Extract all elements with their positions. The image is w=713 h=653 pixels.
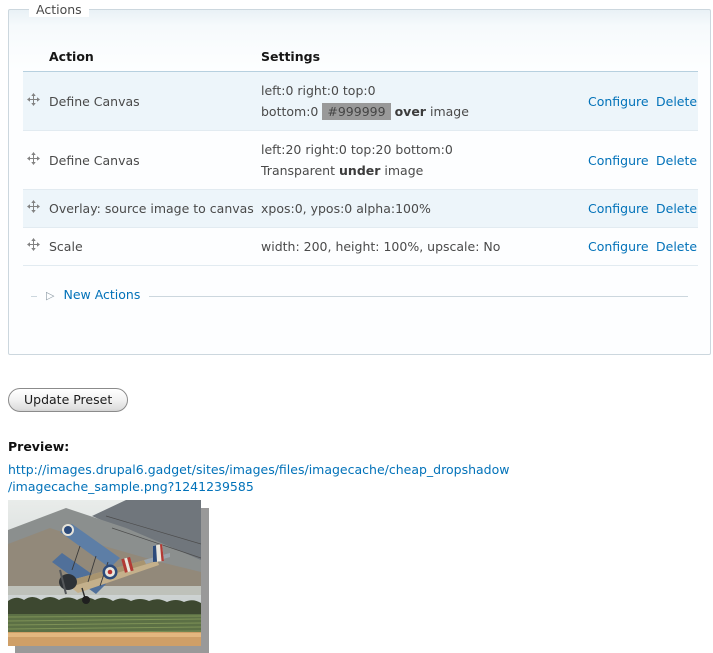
actions-fieldset-legend: Actions xyxy=(29,2,89,17)
new-actions-toggle[interactable]: ▷ New Actions xyxy=(37,287,149,302)
action-name: Define Canvas xyxy=(49,72,261,131)
configure-link[interactable]: Configure xyxy=(588,94,649,109)
action-settings: width: 200, height: 100%, upscale: No xyxy=(261,228,588,266)
configure-link[interactable]: Configure xyxy=(588,201,649,216)
table-row: Define Canvas left:20 right:0 top:20 bot… xyxy=(23,131,698,190)
configure-link[interactable]: Configure xyxy=(588,153,649,168)
action-settings: xpos:0, ypos:0 alpha:100% xyxy=(261,190,588,228)
drag-column-header xyxy=(23,44,49,72)
move-icon[interactable] xyxy=(27,236,40,249)
action-column-header: Action xyxy=(49,44,261,72)
actions-table: Action Settings Define Canvas left:0 rig… xyxy=(23,44,698,266)
settings-text: image xyxy=(384,163,423,178)
settings-keyword: under xyxy=(339,163,380,178)
new-actions-fieldset: ▷New Actions xyxy=(31,296,688,320)
move-icon[interactable] xyxy=(27,198,40,211)
move-icon[interactable] xyxy=(27,150,40,163)
settings-keyword: over xyxy=(395,104,426,119)
delete-column-header xyxy=(656,44,698,72)
preview-label: Preview: xyxy=(8,439,713,454)
delete-link[interactable]: Delete xyxy=(656,201,697,216)
table-header-row: Action Settings xyxy=(23,44,698,72)
settings-text: xpos:0, ypos:0 alpha:100% xyxy=(261,201,431,216)
delete-link[interactable]: Delete xyxy=(656,94,697,109)
preview-url-line2: /imagecache_sample.png?1241239585 xyxy=(8,479,254,494)
table-row: Define Canvas left:0 right:0 top:0 botto… xyxy=(23,72,698,131)
delete-link[interactable]: Delete xyxy=(656,153,697,168)
actions-fieldset: Actions Action Settings Define Canvas xyxy=(8,9,711,355)
action-settings: left:0 right:0 top:0 bottom:0#999999over… xyxy=(261,72,588,131)
action-name: Scale xyxy=(49,228,261,266)
action-settings: left:20 right:0 top:20 bottom:0 Transpar… xyxy=(261,131,588,190)
configure-link[interactable]: Configure xyxy=(588,239,649,254)
preview-url-link[interactable]: http://images.drupal6.gadget/sites/image… xyxy=(8,461,608,495)
preview-url-line1: http://images.drupal6.gadget/sites/image… xyxy=(8,462,509,477)
triangle-right-icon: ▷ xyxy=(46,289,54,302)
table-row: Overlay: source image to canvas xpos:0, … xyxy=(23,190,698,228)
delete-link[interactable]: Delete xyxy=(656,239,697,254)
new-actions-label: New Actions xyxy=(63,287,140,302)
color-swatch: #999999 xyxy=(322,103,390,120)
table-row: Scale width: 200, height: 100%, upscale:… xyxy=(23,228,698,266)
move-icon[interactable] xyxy=(27,91,40,104)
preview-image-wrapper xyxy=(8,500,209,653)
preview-image xyxy=(8,500,201,646)
settings-text: image xyxy=(430,104,469,119)
action-name: Define Canvas xyxy=(49,131,261,190)
update-preset-button[interactable]: Update Preset xyxy=(8,388,128,412)
configure-column-header xyxy=(588,44,656,72)
settings-column-header: Settings xyxy=(261,44,588,72)
action-name: Overlay: source image to canvas xyxy=(49,190,261,228)
settings-text: width: 200, height: 100%, upscale: No xyxy=(261,239,500,254)
